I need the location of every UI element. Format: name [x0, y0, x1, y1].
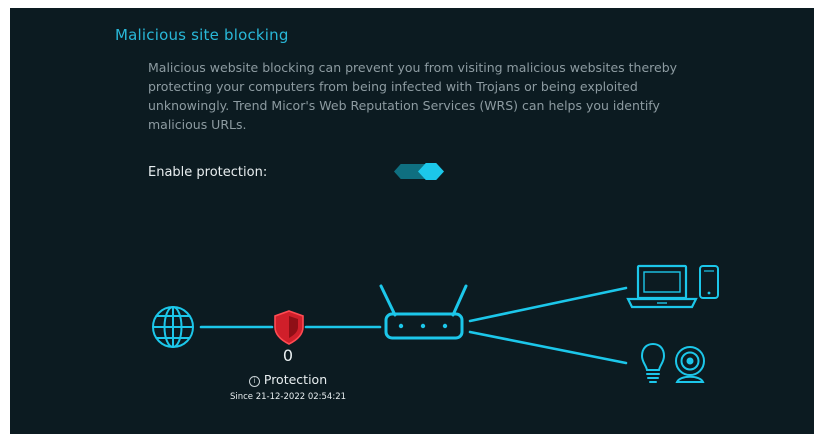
- settings-panel: Malicious site blocking Malicious websit…: [10, 8, 814, 434]
- info-icon[interactable]: i: [248, 376, 260, 387]
- protection-status: i Protection: [238, 372, 338, 387]
- shield-icon: [274, 310, 304, 345]
- blocked-count: 0: [282, 346, 294, 365]
- lightbulb-icon: [640, 342, 666, 383]
- network-diagram: [152, 264, 719, 383]
- router-icon: [379, 284, 468, 340]
- connector-router-iot: [468, 330, 628, 365]
- protection-since: Since 21-12-2022 02:54:21: [229, 392, 347, 402]
- phone-icon: [699, 265, 719, 299]
- webcam-icon: [675, 346, 705, 383]
- globe-icon: [152, 306, 194, 348]
- connector-router-devices: [468, 286, 628, 323]
- protection-status-label: Protection: [263, 372, 328, 387]
- laptop-icon: [626, 264, 698, 309]
